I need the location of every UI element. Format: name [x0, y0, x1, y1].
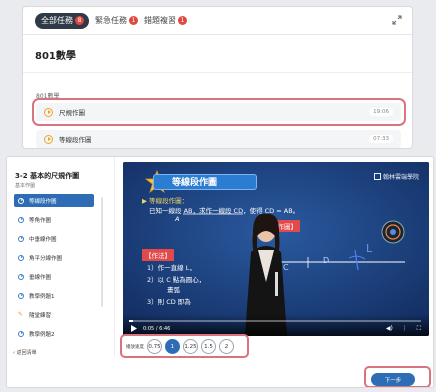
- play-circle-icon: [18, 273, 24, 280]
- play-circle-icon: [18, 197, 24, 204]
- tab-label: 緊急任務: [95, 16, 127, 25]
- fullscreen-icon[interactable]: ⛶: [417, 325, 421, 333]
- sidebar-item-equal-segment[interactable]: 等線段作圖: [14, 194, 94, 207]
- time-readout: 0:05 / 6:46: [143, 326, 171, 332]
- tab-badge: 8: [75, 16, 84, 25]
- sidebar-item-label: 中垂線作圖: [29, 236, 57, 243]
- tab-mistake-review[interactable]: 錯題複習 1: [144, 13, 187, 29]
- volume-icon[interactable]: ◀): [386, 325, 393, 333]
- progress-bar[interactable]: [129, 320, 421, 322]
- tab-urgent-tasks[interactable]: 緊急任務 1: [95, 13, 138, 29]
- play-circle-icon: [44, 134, 53, 144]
- expand-icon[interactable]: [392, 15, 402, 25]
- back-label: 返回清單: [16, 350, 37, 356]
- lesson-item[interactable]: 等線段作圖 07:33: [36, 130, 401, 148]
- play-icon[interactable]: [131, 325, 137, 332]
- practice-icon: ✎: [18, 311, 24, 318]
- video-player[interactable]: 等線段作圖 翰林雲端學院 ▶ 等線段作圖： 已知一線段 AB，求作一線段 CD，…: [123, 162, 429, 336]
- label-l: L: [366, 242, 373, 255]
- play-circle-icon: [18, 292, 24, 299]
- video-controls: 0:05 / 6:46 ◀) ⋮ ⛶: [123, 314, 429, 336]
- method-tag: 【作法】: [142, 249, 174, 261]
- player-options: ◀) ⋮ ⛶: [386, 325, 421, 333]
- brand-logo: 翰林雲端學院: [373, 172, 419, 181]
- step-3: 3）則 CD 即為: [147, 298, 191, 306]
- tab-label: 全部任務: [41, 16, 73, 25]
- task-panel: 全部任務 8 緊急任務 1 錯題複習 1 801數學 801數學 尺規作圖 19…: [22, 6, 413, 149]
- sidebar-item-angle-bisector[interactable]: 角平分線作圖: [14, 251, 94, 264]
- task-tabs: 全部任務 8 緊急任務 1 錯題複習 1: [23, 7, 412, 35]
- tab-label: 錯題複習: [144, 16, 176, 25]
- sidebar-item-label: 教學例題2: [29, 331, 55, 338]
- step-2-continued: 畫弧: [167, 286, 180, 294]
- sidebar-item-perpendicular-bisector[interactable]: 中垂線作圖: [14, 232, 94, 245]
- sidebar-item-practice[interactable]: ✎ 隨堂練習: [14, 308, 94, 321]
- chevron-left-icon: ‹: [13, 350, 15, 356]
- sidebar-item-example-2[interactable]: 教學例題2: [14, 327, 94, 340]
- tab-all-tasks[interactable]: 全部任務 8: [35, 12, 89, 29]
- play-circle-icon: [18, 216, 24, 223]
- highlight-frame: [32, 98, 406, 126]
- sidebar-item-label: 角平分線作圖: [29, 255, 63, 262]
- sidebar-scrollbar[interactable]: [101, 197, 103, 307]
- tab-badge: 1: [129, 16, 138, 25]
- course-title: 801數學: [23, 35, 412, 73]
- tab-badge: 1: [178, 16, 187, 25]
- video-banner: 等線段作圖: [153, 174, 257, 190]
- sidebar-item-label: 隨堂練習: [29, 312, 52, 319]
- settings-icon[interactable]: ⋮: [402, 325, 408, 333]
- unit-title: 3-2 基本的尺規作圖: [15, 172, 80, 180]
- highlight-frame: [364, 366, 431, 387]
- sidebar-item-label: 等線段作圖: [29, 198, 57, 205]
- brand-name: 翰林雲端學院: [382, 174, 419, 181]
- lesson-sidebar: 3-2 基本的尺規作圖 基本作圖 等線段作圖 等角作圖 中垂線作圖 角平分線作圖…: [7, 157, 115, 357]
- back-to-list-link[interactable]: ‹ 返回清單: [13, 349, 37, 356]
- step-1: 1）作一直線 L，: [147, 264, 196, 272]
- sidebar-item-example-1[interactable]: 教學例題1: [14, 289, 94, 302]
- highlight-frame: [120, 334, 249, 358]
- lesson-name: 等線段作圖: [59, 136, 92, 144]
- lesson-duration: 07:33: [369, 135, 393, 143]
- sidebar-item-label: 等角作圖: [29, 217, 52, 224]
- sidebar-item-equal-angle[interactable]: 等角作圖: [14, 213, 94, 226]
- label-d: D: [323, 256, 330, 265]
- play-circle-icon: [18, 330, 24, 337]
- lesson-player-panel: 3-2 基本的尺規作圖 基本作圖 等線段作圖 等角作圖 中垂線作圖 角平分線作圖…: [6, 156, 434, 388]
- brand-icon: [373, 173, 381, 180]
- progress-fill: [129, 320, 133, 322]
- point-a-label: A: [175, 215, 180, 223]
- video-heading: ▶ 等線段作圖：: [142, 197, 189, 205]
- sidebar-item-perpendicular[interactable]: 垂線作圖: [14, 270, 94, 283]
- play-circle-icon: [18, 254, 24, 261]
- step-2: 2）以 C 點為圓心，: [147, 276, 206, 284]
- sidebar-item-label: 垂線作圖: [29, 274, 52, 281]
- unit-subtitle: 基本作圖: [15, 183, 36, 189]
- play-circle-icon: [18, 235, 24, 242]
- sidebar-item-label: 教學例題1: [29, 293, 55, 300]
